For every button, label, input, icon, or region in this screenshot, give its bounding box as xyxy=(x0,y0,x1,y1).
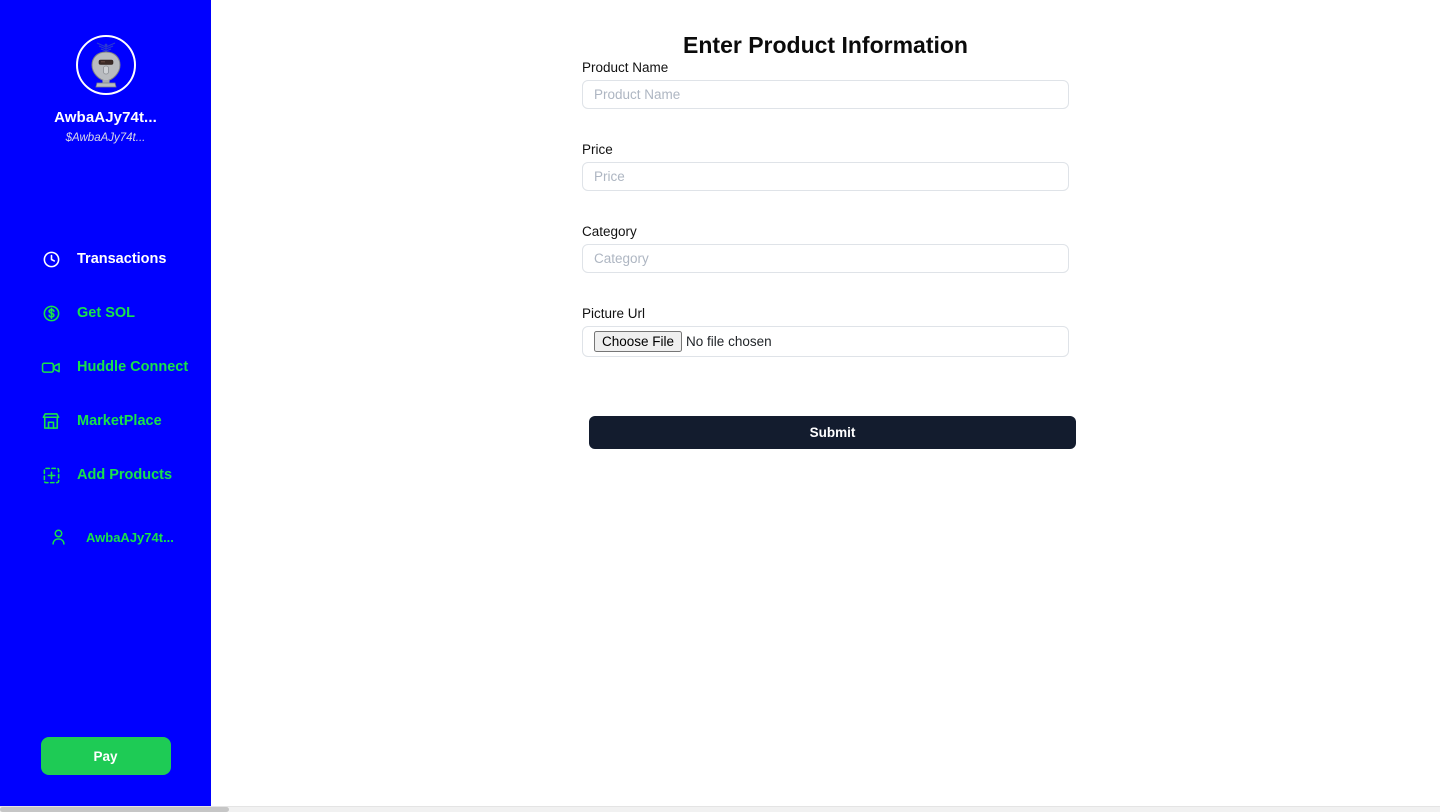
sidebar-item-label: Transactions xyxy=(77,251,167,267)
sidebar-item-transactions[interactable]: Transactions xyxy=(0,232,211,286)
add-square-icon xyxy=(41,465,61,485)
category-label: Category xyxy=(582,224,637,239)
sidebar-item-marketplace[interactable]: MarketPlace xyxy=(0,394,211,448)
video-camera-icon xyxy=(41,357,61,377)
field-category: Category xyxy=(582,224,1069,273)
sidebar-nav: Transactions Get SOL Huddle Connect Mark… xyxy=(0,232,211,564)
app-root: AwbaAJy74t... $AwbaAJy74t... Transaction… xyxy=(0,0,1440,812)
robot-avatar-icon xyxy=(80,40,131,90)
pay-button-container: Pay xyxy=(0,737,211,775)
dollar-circle-icon xyxy=(41,303,61,323)
sidebar-item-huddle-connect[interactable]: Huddle Connect xyxy=(0,340,211,394)
picture-url-label: Picture Url xyxy=(582,306,646,321)
price-input[interactable] xyxy=(582,162,1069,191)
sidebar-item-label: Huddle Connect xyxy=(77,359,189,375)
product-form: Product Name Price Category Picture Url … xyxy=(582,60,1076,449)
store-icon xyxy=(41,411,61,431)
sidebar-brand: AwbaAJy74t... $AwbaAJy74t... xyxy=(0,0,211,144)
avatar[interactable] xyxy=(75,35,136,95)
sidebar-item-user-profile[interactable]: AwbaAJy74t... xyxy=(0,510,211,564)
pay-button[interactable]: Pay xyxy=(40,737,171,775)
page-title: Enter Product Information xyxy=(683,32,968,59)
brand-handle: $AwbaAJy74t... xyxy=(65,132,146,144)
product-name-input[interactable] xyxy=(582,80,1069,109)
horizontal-scrollbar[interactable] xyxy=(0,806,1440,812)
user-icon xyxy=(48,527,68,547)
price-label: Price xyxy=(582,142,613,157)
field-product-name: Product Name xyxy=(582,60,1069,109)
sidebar: AwbaAJy74t... $AwbaAJy74t... Transaction… xyxy=(0,0,211,806)
sidebar-item-label: AwbaAJy74t... xyxy=(86,529,174,545)
product-name-label: Product Name xyxy=(582,60,669,75)
field-price: Price xyxy=(582,142,1069,191)
horizontal-scrollbar-thumb[interactable] xyxy=(0,807,229,812)
sidebar-item-get-sol[interactable]: Get SOL xyxy=(0,286,211,340)
submit-button[interactable]: Submit xyxy=(589,416,1076,449)
sidebar-item-add-products[interactable]: Add Products xyxy=(0,448,211,502)
field-picture-url: Picture Url xyxy=(582,306,1069,357)
sidebar-item-label: Add Products xyxy=(77,467,173,483)
sidebar-item-label: MarketPlace xyxy=(77,413,162,429)
clock-icon xyxy=(41,249,61,269)
brand-name: AwbaAJy74t... xyxy=(54,109,157,126)
sidebar-item-label: Get SOL xyxy=(77,305,136,321)
picture-url-file-input[interactable] xyxy=(582,326,1069,357)
main-content: Enter Product Information Product Name P… xyxy=(211,0,1440,806)
category-input[interactable] xyxy=(582,244,1069,273)
